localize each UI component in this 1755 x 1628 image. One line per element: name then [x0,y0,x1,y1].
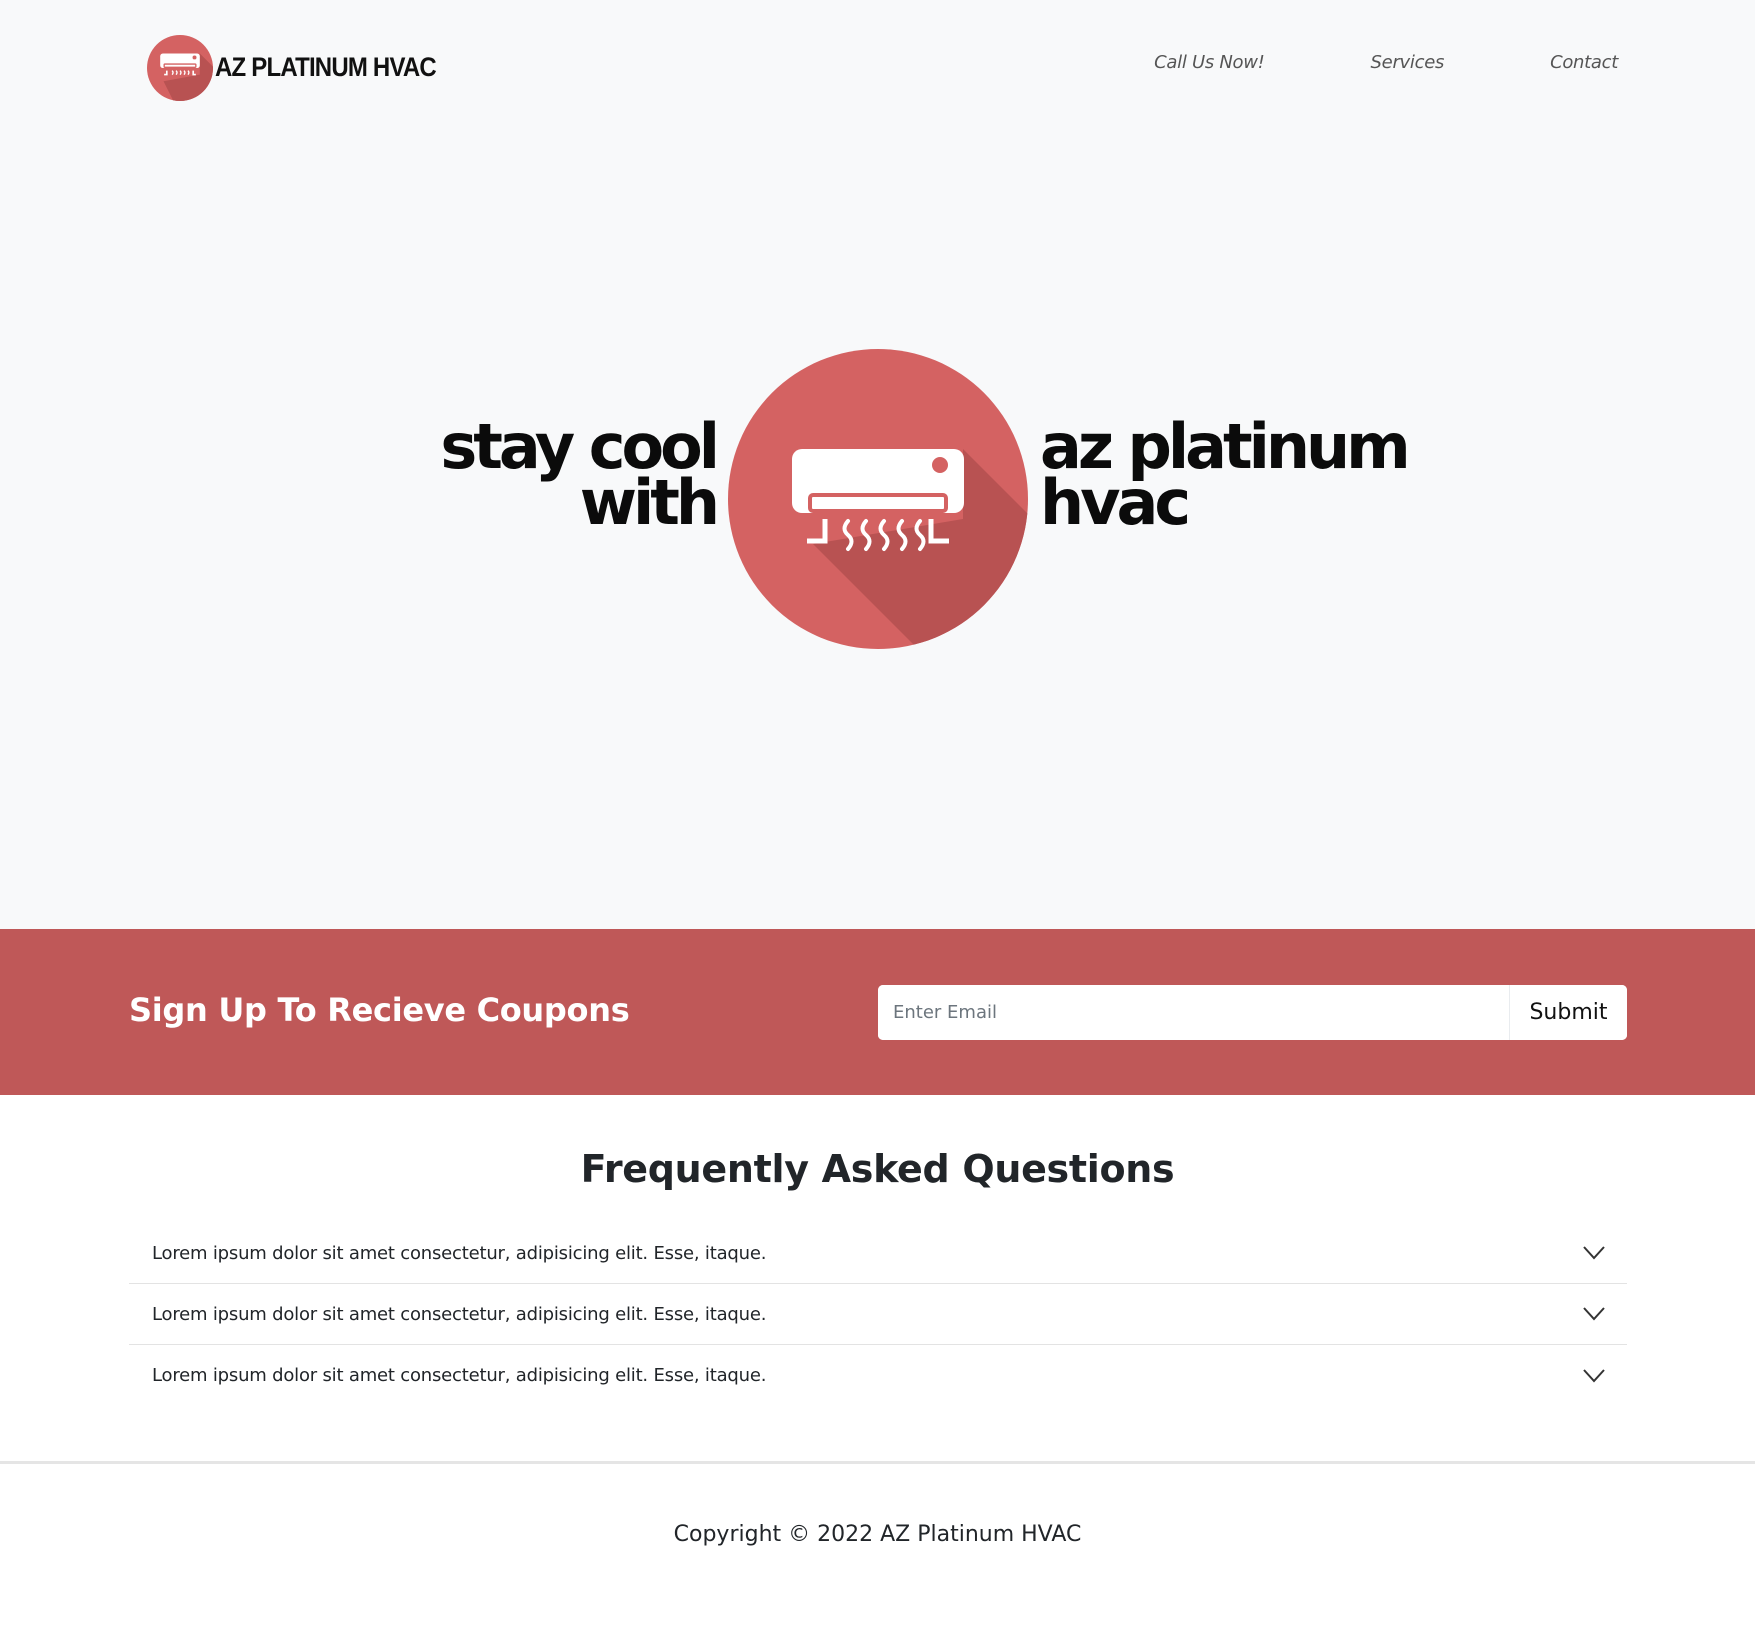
footer-divider [0,1461,1755,1464]
air-conditioner-icon [147,35,213,101]
faq-question: Lorem ipsum dolor sit amet consectetur, … [152,1303,767,1325]
coupon-title: Sign Up To Recieve Coupons [129,991,630,1029]
brand-link[interactable]: AZ PLATINUM HVAC [147,35,437,101]
brand-name: AZ PLATINUM HVAC [215,52,437,83]
chevron-down-icon [1583,1368,1605,1382]
faq-title: Frequently Asked Questions [580,1147,1175,1191]
email-input[interactable] [878,985,1509,1040]
coupon-signup-band: Sign Up To Recieve Coupons Submit [0,929,1755,1095]
hero-right-line2: hvac [1040,466,1191,539]
hero-tagline-right: az platinum hvac [1040,416,1411,539]
nav-services[interactable]: Services [1371,52,1445,73]
faq-question: Lorem ipsum dolor sit amet consectetur, … [152,1242,767,1264]
coupon-signup-form: Submit [878,985,1627,1040]
faq-item[interactable]: Lorem ipsum dolor sit amet consectetur, … [129,1345,1627,1406]
hero-tagline-left: stay cool with [440,416,720,539]
air-conditioner-icon [728,349,1028,649]
hero-section: AZ PLATINUM HVAC Call Us Now! Services C… [0,0,1755,929]
nav-call-us[interactable]: Call Us Now! [1154,52,1265,73]
nav-contact[interactable]: Contact [1550,52,1618,73]
submit-button[interactable]: Submit [1509,985,1627,1040]
main-nav: Call Us Now! Services Contact [1154,52,1618,73]
faq-list: Lorem ipsum dolor sit amet consectetur, … [129,1223,1627,1406]
hero-left-line2: with [579,466,720,539]
chevron-down-icon [1583,1307,1605,1321]
faq-question: Lorem ipsum dolor sit amet consectetur, … [152,1365,767,1386]
footer-copyright: Copyright © 2022 AZ Platinum HVAC [673,1522,1082,1547]
faq-item[interactable]: Lorem ipsum dolor sit amet consectetur, … [129,1284,1627,1345]
faq-item[interactable]: Lorem ipsum dolor sit amet consectetur, … [129,1223,1627,1284]
chevron-down-icon [1583,1246,1605,1260]
